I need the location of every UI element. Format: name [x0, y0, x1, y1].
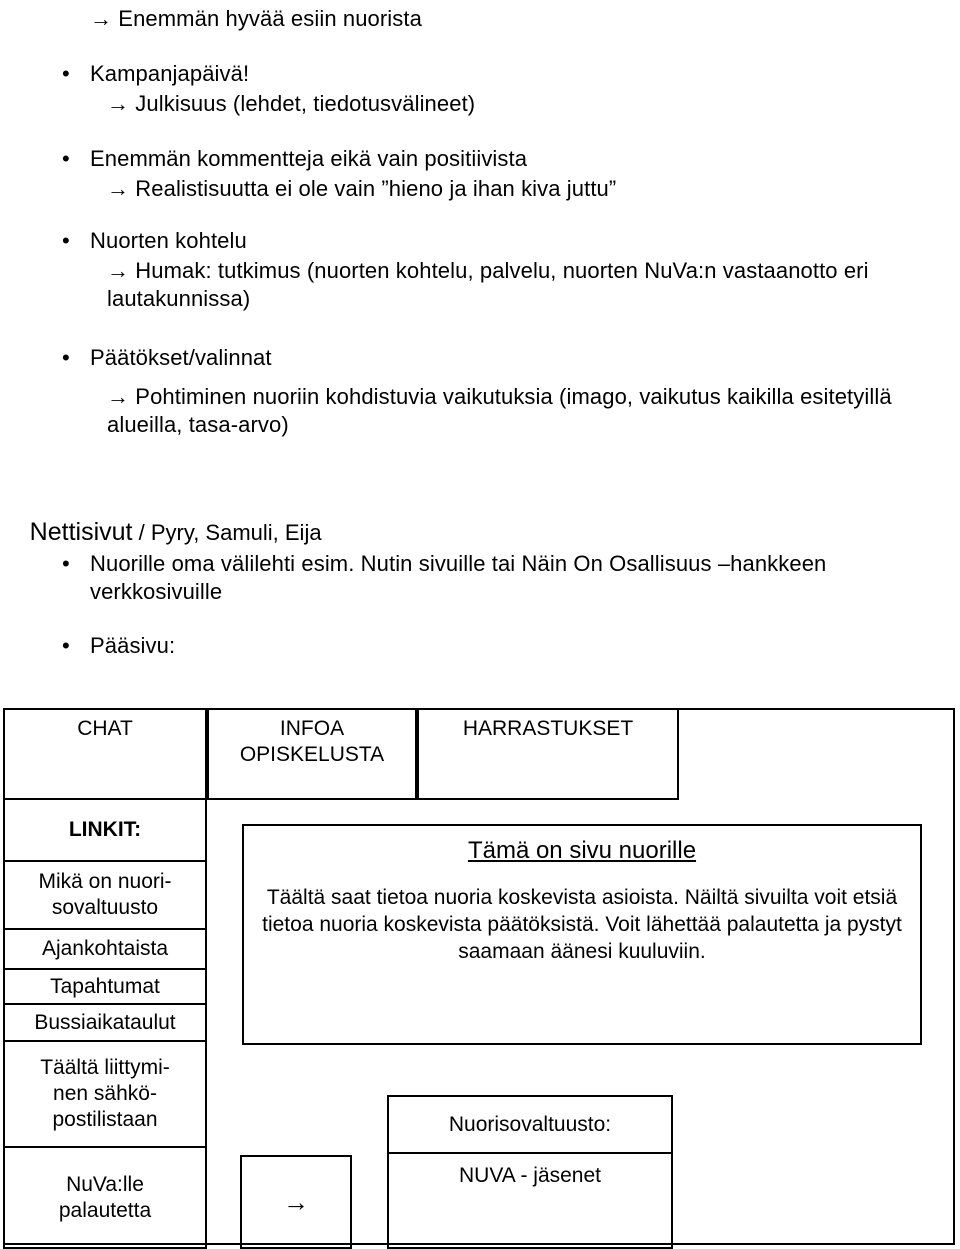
arrow-box: →	[240, 1155, 352, 1249]
nuorisovaltuusto-members-label: NUVA - jäsenet	[458, 1164, 601, 1187]
bullet-marker: •	[62, 228, 70, 253]
nuorisovaltuusto-members[interactable]: NUVA - jäsenet	[389, 1154, 671, 1242]
sidebar-link-label: Mikä on nuori- sovaltuusto	[38, 870, 172, 919]
nav-tab-infoa-opiskelusta[interactable]: INFOA OPISKELUSTA	[207, 708, 417, 800]
sidebar-link-label: Täältä liittymi- nen sähkö- postilistaan	[40, 1056, 170, 1131]
sub-line-julkisuus: → Julkisuus (lehdet, tiedotusvälineet)	[107, 91, 476, 116]
sidebar-link-label: Ajankohtaista	[41, 937, 169, 960]
sub-line-enemman-hyvaa: → Enemmän hyvää esiin nuorista	[90, 6, 422, 31]
bullet-paasivu: Pääsivu:	[90, 633, 176, 658]
bullet-nuorille-oma-valilehti: Nuorille oma välilehti esim. Nutin sivui…	[90, 551, 827, 604]
section-heading-primary: Nettisivut	[29, 518, 133, 546]
sidebar-link-ajankohtaista[interactable]: Ajankohtaista	[3, 928, 207, 970]
sub-line-humak-tutkimus: → Humak: tutkimus (nuorten kohtelu, palv…	[107, 258, 869, 311]
bullet-enemman-kommentteja: Enemmän kommentteja eikä vain positiivis…	[90, 146, 528, 171]
nav-tab-chat[interactable]: CHAT	[3, 708, 207, 800]
section-heading-secondary: / Pyry, Samuli, Eija	[132, 520, 322, 545]
sidebar-link-tapahtumat[interactable]: Tapahtumat	[3, 968, 207, 1005]
links-header: LINKIT:	[3, 798, 207, 862]
bullet-marker: •	[62, 633, 70, 658]
sub-line-pohtiminen: → Pohtiminen nuoriin kohdistuvia vaikutu…	[107, 384, 892, 437]
sidebar-link-label: Bussiaikataulut	[34, 1010, 176, 1034]
nuorisovaltuusto-header: Nuorisovaltuusto:	[389, 1097, 671, 1154]
sidebar-link-taalta-liittyminen[interactable]: Täältä liittymi- nen sähkö- postilistaan	[3, 1040, 207, 1148]
bullet-marker: •	[62, 345, 70, 370]
nuorisovaltuusto-header-label: Nuorisovaltuusto:	[448, 1112, 612, 1136]
bullet-paatokset-valinnat: Päätökset/valinnat	[90, 345, 272, 370]
bullet-marker: •	[62, 146, 70, 171]
links-header-label: LINKIT:	[68, 818, 142, 841]
sub-line-realistisuutta: → Realistisuutta ei ole vain ”hieno ja i…	[107, 176, 617, 201]
sidebar-link-bussiaikataulut[interactable]: Bussiaikataulut	[3, 1003, 207, 1042]
nuorisovaltuusto-box: Nuorisovaltuusto: NUVA - jäsenet	[387, 1095, 673, 1249]
bullet-nuorten-kohtelu: Nuorten kohtelu	[90, 228, 247, 253]
sidebar-link-label: NuVa:lle palautetta	[58, 1172, 152, 1222]
sidebar-link-label: Tapahtumat	[50, 974, 160, 998]
nav-tab-harrastukset[interactable]: HARRASTUKSET	[417, 708, 679, 800]
nav-tab-harrastukset-label: HARRASTUKSET	[462, 717, 634, 740]
bullet-marker: •	[62, 61, 70, 86]
main-content-body: Täältä saat tietoa nuoria koskevista asi…	[262, 886, 902, 963]
sidebar-link-mika-on-nuorisovaltuusto[interactable]: Mikä on nuori- sovaltuusto	[3, 860, 207, 930]
bullet-marker: •	[62, 551, 70, 576]
bullet-kampanjapaiva: Kampanjapäivä!	[90, 61, 250, 86]
nav-tab-infoa-opiskelusta-label: INFOA OPISKELUSTA	[239, 717, 385, 766]
main-content-box: Tämä on sivu nuorille Täältä saat tietoa…	[242, 824, 922, 1045]
website-mockup-table: CHAT INFOA OPISKELUSTA HARRASTUKSET LINK…	[3, 708, 955, 1249]
nav-tab-chat-label: CHAT	[77, 717, 133, 740]
arrow-right-icon: →	[283, 1186, 309, 1217]
sidebar-link-nuvalle-palautetta[interactable]: NuVa:lle palautetta	[3, 1146, 207, 1249]
main-content-title: Tämä on sivu nuorille	[467, 837, 697, 864]
